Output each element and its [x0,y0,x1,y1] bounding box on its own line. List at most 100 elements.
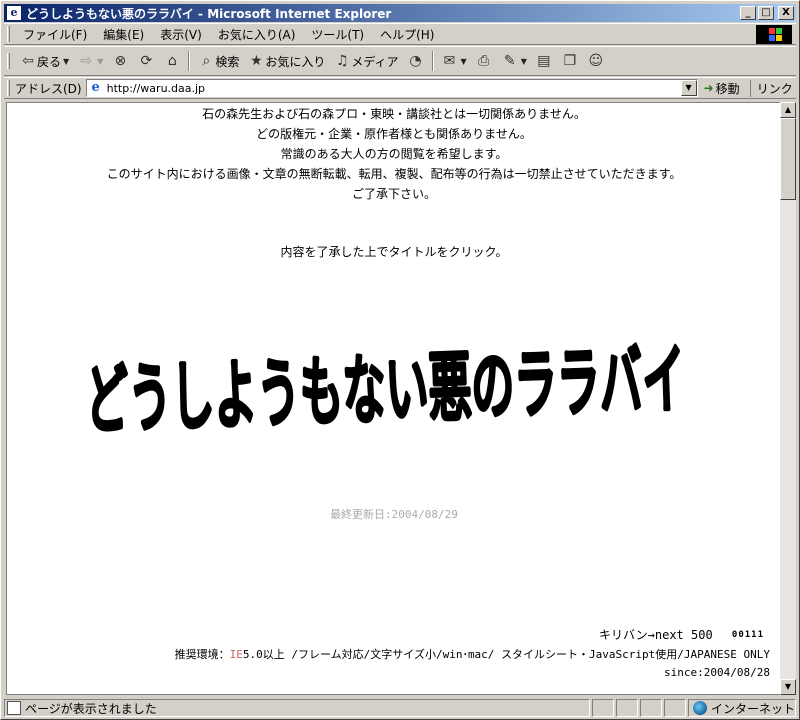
menu-favorites[interactable]: お気に入り(A) [210,26,304,43]
status-cell [592,699,615,717]
edit-icon: ✎ [503,53,516,69]
menu-edit[interactable]: 編集(E) [95,26,152,43]
search-button[interactable]: ⌕ 検索 [193,52,243,70]
address-bar: アドレス(D) e http://waru.daa.jp ▼ ➜ 移動 リンク [4,77,796,99]
windows-logo-icon [756,25,792,44]
env-details: 5.0以上 /フレーム対応/文字サイズ小/win･mac/ スタイルシート・Ja… [242,648,770,661]
disclaimer-notice: 石の森先生および石の森プロ・東映・講談社とは一切関係ありません。 どの版権元・企… [7,104,780,204]
status-bar: ページが表示されました インターネット [4,698,796,718]
messenger-icon: ☺ [588,53,604,69]
notice-line: 石の森先生および石の森プロ・東映・講談社とは一切関係ありません。 [202,107,586,121]
recommended-environment: 推奨環境：IE5.0以上 /フレーム対応/文字サイズ小/win･mac/ スタイ… [175,646,770,662]
notice-line: このサイト内における画像・文章の無断転載、転用、複製、配布等の行為は一切禁止させ… [106,167,682,181]
standard-toolbar: ⇦ 戻る ▼ ⇨ ▼ ⊗ ⟳ ⌂ ⌕ 検索 ★ お気に入り ♫ メディア ◔ ✉… [4,46,796,76]
menu-help[interactable]: ヘルプ(H) [372,26,442,43]
menu-view[interactable]: 表示(V) [152,26,210,43]
kiriban-counter: キリバン→next 500 00111 [599,626,764,643]
vertical-scrollbar[interactable]: ▲ ▼ [780,102,796,695]
window-title: どうしようもない悪のララバイ - Microsoft Internet Expl… [26,6,392,21]
edit-dropdown-icon[interactable]: ▼ [521,57,527,66]
messenger-button[interactable]: ☺ [583,52,609,70]
media-label: メディア [351,54,399,69]
forward-button[interactable]: ⇨ ▼ [73,52,107,70]
favorites-label: お気に入り [265,54,326,69]
back-dropdown-icon[interactable]: ▼ [63,57,69,66]
refresh-button[interactable]: ⟳ [133,52,159,70]
env-ie: IE [229,648,243,661]
page-content: 石の森先生および石の森プロ・東映・講談社とは一切関係ありません。 どの版権元・企… [6,102,780,695]
go-label: 移動 [715,81,740,96]
status-message-panel: ページが表示されました [4,699,591,717]
notice-line: 常識のある大人の方の閲覧を希望します。 [280,147,508,161]
status-cell [640,699,663,717]
stop-button[interactable]: ⊗ [107,52,133,70]
page-done-icon [7,701,21,715]
address-input[interactable]: e http://waru.daa.jp ▼ [85,79,698,97]
home-button[interactable]: ⌂ [159,52,185,70]
address-dropdown-icon[interactable]: ▼ [680,80,697,96]
env-prefix: 推奨環境： [174,648,230,661]
address-grip[interactable] [7,80,10,96]
title-bar[interactable]: e どうしようもない悪のララバイ - Microsoft Internet Ex… [4,4,796,22]
back-button[interactable]: ⇦ 戻る ▼ [15,52,73,70]
refresh-icon: ⟳ [140,53,153,69]
notice-line: どの版権元・企業・原作者様とも関係ありません。 [256,127,532,141]
menu-grip[interactable] [7,26,10,42]
back-label: 戻る [37,54,62,69]
ie-page-icon: e [91,80,100,95]
status-message: ページが表示されました [25,701,157,716]
edit-button[interactable]: ✎ ▼ [497,52,531,70]
logo-text[interactable]: どうしようもない悪のララバイ [83,333,689,441]
internet-globe-icon [692,701,707,715]
media-button[interactable]: ♫ メディア [329,52,402,70]
close-button[interactable]: X [778,6,794,20]
notice-line: ご了承下さい。 [351,187,436,201]
history-icon: ◔ [409,53,422,69]
mail-dropdown-icon[interactable]: ▼ [461,57,467,66]
address-url[interactable]: http://waru.daa.jp [107,82,205,95]
toolbar-separator [431,51,434,71]
discuss-button[interactable]: ▤ [531,52,557,70]
home-icon: ⌂ [167,53,177,69]
hit-counter: 00111 [731,630,764,640]
status-cell [616,699,639,717]
back-arrow-icon: ⇦ [22,53,34,69]
media-icon: ♫ [336,53,349,69]
zone-label: インターネット [710,701,795,716]
toolbar-separator [188,51,191,71]
scroll-thumb[interactable] [780,118,796,200]
status-cell [664,699,686,717]
forward-dropdown-icon[interactable]: ▼ [97,57,103,66]
toolbar-grip[interactable] [7,53,10,69]
scroll-up-icon[interactable]: ▲ [780,102,796,118]
stop-icon: ⊗ [114,53,127,69]
discuss-icon: ▤ [537,53,551,69]
favorites-button[interactable]: ★ お気に入り [243,52,329,70]
minimize-button[interactable]: _ [740,6,756,20]
menu-bar: ファイル(F) 編集(E) 表示(V) お気に入り(A) ツール(T) ヘルプ(… [4,23,796,45]
scroll-down-icon[interactable]: ▼ [780,679,796,695]
search-icon: ⌕ [202,53,211,69]
since-date: since:2004/08/28 [664,666,770,679]
mail-button[interactable]: ✉ ▼ [437,52,471,70]
menu-tools[interactable]: ツール(T) [303,26,372,43]
favorites-icon: ★ [250,53,263,69]
print-button[interactable]: ⎙ [471,52,497,70]
security-zone[interactable]: インターネット [687,699,796,717]
forward-arrow-icon: ⇨ [80,53,93,69]
last-updated: 最終更新日:2004/08/29 [330,508,458,521]
click-instruction: 内容を了承した上でタイトルをクリック。 [280,245,508,259]
research-button[interactable]: ❐ [557,52,583,70]
maximize-button[interactable]: □ [758,6,774,20]
search-label: 検索 [215,54,240,69]
print-icon: ⎙ [478,53,490,69]
research-icon: ❐ [563,53,577,69]
go-arrow-icon: ➜ [703,81,714,95]
history-button[interactable]: ◔ [403,52,429,70]
ie-page-icon: e [6,5,22,21]
mail-icon: ✉ [443,53,456,69]
links-button[interactable]: リンク [749,79,793,97]
site-title-logo[interactable]: どうしようもない悪のララバイ [79,316,691,441]
go-button[interactable]: ➜ 移動 [704,80,740,97]
menu-file[interactable]: ファイル(F) [15,26,95,43]
